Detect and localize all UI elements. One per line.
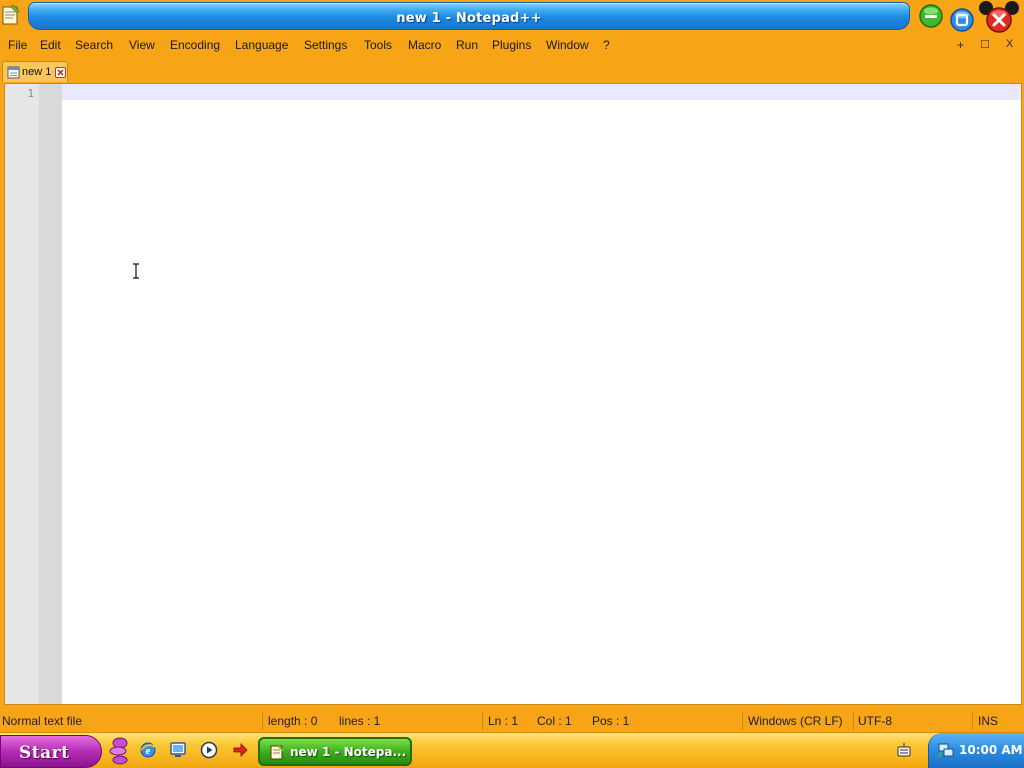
desktop-icon[interactable]: [169, 741, 187, 759]
line-number: 1: [27, 87, 34, 100]
menu-search[interactable]: Search: [75, 38, 113, 52]
title-pill: new 1 - Notepad++: [28, 2, 910, 30]
taskbar-button-notepadpp[interactable]: new 1 - Notepa...: [258, 737, 412, 766]
menu-tools[interactable]: Tools: [364, 38, 392, 52]
doc-close-button[interactable]: X: [1006, 38, 1013, 50]
start-label: Start: [19, 743, 70, 763]
status-bar: Normal text file length : 0 lines : 1 Ln…: [0, 710, 1024, 732]
notepadpp-app-icon[interactable]: [1, 4, 21, 26]
tab-close-icon[interactable]: [55, 67, 66, 78]
doc-restore-button[interactable]: □: [981, 36, 989, 51]
media-player-icon[interactable]: [200, 741, 218, 759]
tab-bar: new 1: [0, 58, 1024, 82]
status-lines: lines : 1: [339, 714, 381, 728]
title-bar[interactable]: new 1 - Notepad++: [0, 0, 1024, 36]
menu-plugins[interactable]: Plugins: [492, 38, 531, 52]
status-insert-mode: INS: [978, 714, 999, 728]
notepadpp-task-icon: [270, 745, 284, 760]
menu-file[interactable]: File: [8, 38, 27, 52]
tab-label: new 1: [22, 66, 52, 78]
tab-new-1[interactable]: new 1: [2, 61, 68, 82]
status-separator: [482, 712, 483, 730]
menu-encoding[interactable]: Encoding: [170, 38, 220, 52]
editor[interactable]: 1: [4, 83, 1022, 705]
editor-frame: 1: [0, 82, 1024, 708]
menu-run[interactable]: Run: [456, 38, 478, 52]
status-col: Col : 1: [537, 714, 572, 728]
maximize-button[interactable]: [949, 7, 975, 33]
menu-settings[interactable]: Settings: [304, 38, 347, 52]
status-separator: [972, 712, 973, 730]
status-separator: [262, 712, 263, 730]
doc-new-button[interactable]: +: [957, 38, 964, 52]
line-number-margin: 1: [5, 84, 39, 704]
start-button[interactable]: Start: [0, 735, 102, 768]
text-cursor-icon: [133, 263, 139, 279]
clock[interactable]: 10:00 AM: [959, 743, 1023, 757]
window-title: new 1 - Notepad++: [396, 11, 542, 26]
network-icon[interactable]: [937, 741, 955, 759]
text-area[interactable]: [62, 100, 1021, 704]
menu-language[interactable]: Language: [235, 38, 288, 52]
status-file-type: Normal text file: [2, 714, 83, 728]
menu-edit[interactable]: Edit: [40, 38, 61, 52]
butterfly-icon[interactable]: [108, 736, 130, 766]
internet-explorer-icon[interactable]: e: [139, 741, 157, 759]
menu-view[interactable]: View: [129, 38, 155, 52]
status-separator: [853, 712, 854, 730]
menu-help[interactable]: ?: [603, 38, 610, 52]
status-length: length : 0: [268, 714, 318, 728]
keyboard-icon[interactable]: [896, 742, 912, 758]
minimize-button[interactable]: [918, 3, 944, 29]
menu-window[interactable]: Window: [546, 38, 589, 52]
status-pos: Pos : 1: [592, 714, 630, 728]
svg-text:e: e: [146, 745, 151, 757]
menu-macro[interactable]: Macro: [408, 38, 441, 52]
arrow-icon[interactable]: [231, 741, 249, 759]
close-button[interactable]: [978, 0, 1020, 36]
menu-bar: File Edit Search View Encoding Language …: [0, 35, 1024, 57]
status-ln: Ln : 1: [488, 714, 519, 728]
system-tray: 10:00 AM: [928, 733, 1024, 768]
document-icon: [7, 66, 20, 79]
taskbar: Start e new 1 - Notepa... 10:00 AM: [0, 732, 1024, 768]
status-eol[interactable]: Windows (CR LF): [748, 714, 843, 728]
status-separator: [742, 712, 743, 730]
taskbar-button-label: new 1 - Notepa...: [290, 745, 407, 759]
status-encoding[interactable]: UTF-8: [858, 714, 892, 728]
fold-margin[interactable]: [39, 84, 62, 704]
current-line-highlight: [62, 84, 1021, 100]
